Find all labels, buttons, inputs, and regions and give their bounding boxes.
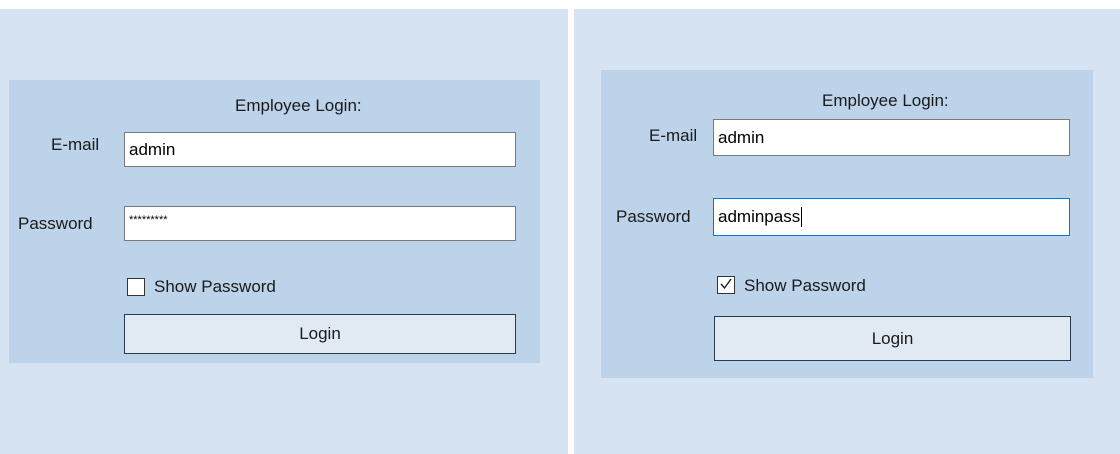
form-heading: Employee Login: (235, 96, 362, 115)
login-window-left: Employee Login: E-mail admin Password **… (0, 9, 568, 454)
password-label: Password (18, 214, 93, 233)
login-button-label: Login (299, 324, 341, 343)
email-field[interactable]: admin (124, 132, 516, 167)
email-label: E-mail (649, 126, 698, 145)
login-form-panel: Employee Login: E-mail admin Password ad… (601, 70, 1093, 378)
login-button[interactable]: Login (714, 316, 1071, 361)
show-password-checkbox[interactable] (127, 278, 145, 296)
email-label: E-mail (51, 135, 100, 154)
show-password-label[interactable]: Show Password (154, 277, 276, 297)
login-form-panel: Employee Login: E-mail admin Password **… (9, 80, 540, 363)
email-field-value: admin (129, 139, 176, 159)
text-caret (801, 207, 803, 227)
password-field-value: ********* (129, 213, 168, 226)
login-button-label: Login (871, 328, 914, 348)
password-field[interactable]: ********* (124, 206, 516, 241)
password-field[interactable]: adminpass (713, 198, 1070, 236)
screenshot-composite: Employee Login: E-mail admin Password **… (0, 0, 1120, 454)
form-heading: Employee Login: (822, 91, 949, 110)
login-window-right: Employee Login: E-mail admin Password ad… (574, 9, 1120, 454)
password-label: Password (616, 207, 691, 226)
password-field-value: adminpass (718, 207, 801, 226)
email-field[interactable]: admin (713, 119, 1070, 156)
checkmark-icon (720, 278, 732, 290)
show-password-checkbox[interactable] (717, 276, 735, 294)
email-field-value: admin (718, 127, 765, 147)
login-button[interactable]: Login (124, 314, 516, 354)
show-password-label[interactable]: Show Password (744, 276, 866, 296)
